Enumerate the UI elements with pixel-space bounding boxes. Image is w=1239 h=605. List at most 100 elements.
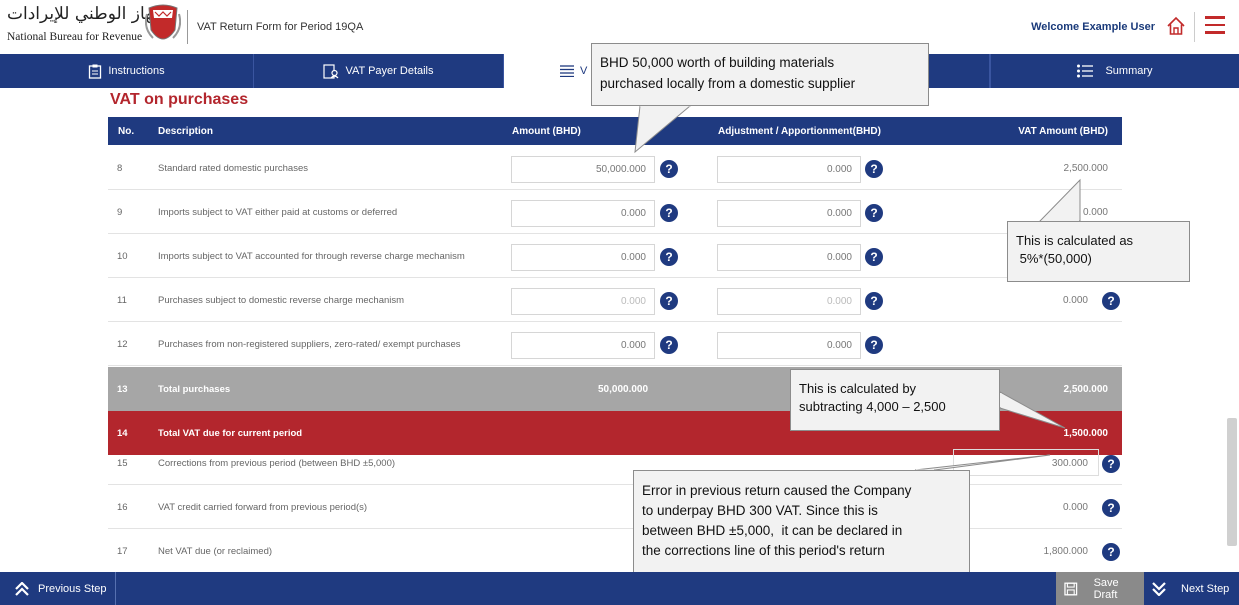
row-description: Purchases subject to domestic reverse ch… xyxy=(158,295,405,306)
help-icon[interactable]: ? xyxy=(660,292,678,310)
col-description: Description xyxy=(158,126,214,137)
next-step-button[interactable]: Next Step xyxy=(1145,572,1239,605)
help-icon[interactable]: ? xyxy=(865,292,883,310)
help-icon[interactable]: ? xyxy=(1102,292,1120,310)
table-row-12: 12 Purchases from non-registered supplie… xyxy=(108,322,1122,366)
footer-bar: Previous Step Save Draft Next Step xyxy=(0,572,1239,605)
total-vat-amount: 2,500.000 xyxy=(1063,384,1109,395)
callout-line: This is calculated by xyxy=(799,381,917,396)
tab-summary[interactable]: Summary xyxy=(990,54,1239,88)
callout-calc-subtract: This is calculated by subtracting 4,000 … xyxy=(790,369,1000,431)
amount-input[interactable]: 0.000 xyxy=(511,200,655,227)
row-number: 11 xyxy=(117,295,127,306)
row-number: 14 xyxy=(117,428,128,439)
adjustment-input[interactable]: 0.000 xyxy=(717,156,861,183)
callout-line: BHD 50,000 worth of building materials xyxy=(600,55,835,70)
help-icon[interactable]: ? xyxy=(865,336,883,354)
tab-summary-label: Summary xyxy=(1105,65,1153,77)
table-row-9: 9 Imports subject to VAT either paid at … xyxy=(108,190,1122,234)
vat-amount: 2,500.000 xyxy=(1063,163,1109,174)
welcome-user[interactable]: Welcome Example User xyxy=(1031,21,1155,33)
summary-list-icon xyxy=(1077,64,1094,78)
callout-line: to underpay BHD 300 VAT. Since this is xyxy=(642,503,878,518)
col-no: No. xyxy=(118,126,135,137)
double-chevron-up-icon xyxy=(15,581,29,596)
help-icon[interactable]: ? xyxy=(660,160,678,178)
tab-vat-return-label: V xyxy=(580,65,588,77)
row-number: 17 xyxy=(117,546,128,557)
previous-step-button[interactable]: Previous Step xyxy=(0,572,116,605)
row-description: Net VAT due (or reclaimed) xyxy=(158,546,273,557)
adjustment-input-disabled: 0.000 xyxy=(717,288,861,315)
save-disk-icon xyxy=(1064,582,1078,595)
row-number: 8 xyxy=(117,163,123,174)
save-draft-button[interactable]: Save Draft xyxy=(1056,572,1144,605)
callout-line: purchased locally from a domestic suppli… xyxy=(600,76,856,91)
help-icon[interactable]: ? xyxy=(660,204,678,222)
amount-input-disabled: 0.000 xyxy=(511,288,655,315)
scrollbar-thumb[interactable] xyxy=(1227,418,1237,546)
help-icon[interactable]: ? xyxy=(865,248,883,266)
help-icon[interactable]: ? xyxy=(865,204,883,222)
amount-input[interactable]: 0.000 xyxy=(511,244,655,271)
callout-building-materials: BHD 50,000 worth of building materials p… xyxy=(591,43,929,106)
callout-line: the corrections line of this period's re… xyxy=(642,543,885,558)
col-adjustment: Adjustment / Apportionment(BHD) xyxy=(718,126,881,137)
list-icon xyxy=(560,65,574,77)
save-draft-label: Save Draft xyxy=(1093,576,1119,601)
vat-due-amount: 1,500.000 xyxy=(1063,428,1109,439)
amount-input[interactable]: 50,000.000 xyxy=(511,156,655,183)
tab-vat-payer-details-label: VAT Payer Details xyxy=(345,65,434,77)
table-row-11: 11 Purchases subject to domestic reverse… xyxy=(108,278,1122,322)
row-description: Total VAT due for current period xyxy=(158,428,303,439)
total-amount: 50,000.000 xyxy=(598,384,649,395)
adjustment-input[interactable]: 0.000 xyxy=(717,200,861,227)
amount-input[interactable]: 0.000 xyxy=(511,332,655,359)
adjustment-input[interactable]: 0.000 xyxy=(717,332,861,359)
net-vat-due-amount: 1,800.000 xyxy=(1043,546,1089,557)
hamburger-menu-icon[interactable] xyxy=(1205,16,1225,34)
tab-vat-payer-details[interactable]: VAT Payer Details xyxy=(254,54,504,88)
header-divider xyxy=(187,10,188,44)
table-row-10: 10 Imports subject to VAT accounted for … xyxy=(108,234,1122,278)
adjustment-input[interactable]: 0.000 xyxy=(717,244,861,271)
row-number: 15 xyxy=(117,458,128,469)
vat-amount: 0.000 xyxy=(1062,295,1088,306)
row-description: Total purchases xyxy=(158,384,231,395)
row-description: Corrections from previous period (betwee… xyxy=(158,458,396,469)
double-chevron-down-icon xyxy=(1152,581,1166,596)
tab-instructions[interactable]: Instructions xyxy=(0,54,254,88)
col-amount: Amount (BHD) xyxy=(512,126,581,137)
clipboard-icon xyxy=(89,64,102,79)
section-title: VAT on purchases xyxy=(110,91,249,108)
vat-amount: 0.000 xyxy=(1082,207,1108,218)
help-icon[interactable]: ? xyxy=(1102,455,1120,473)
callout-line: 5%*(50,000) xyxy=(1016,251,1092,266)
table-row-8: 8 Standard rated domestic purchases 50,0… xyxy=(108,146,1122,190)
row-description: Standard rated domestic purchases xyxy=(158,163,308,174)
table-header: No. Description Amount (BHD) Adjustment … xyxy=(108,117,1122,145)
help-icon[interactable]: ? xyxy=(865,160,883,178)
help-icon[interactable]: ? xyxy=(660,336,678,354)
callout-line: subtracting 4,000 – 2,500 xyxy=(799,399,946,414)
row-number: 10 xyxy=(117,251,128,262)
emblem-icon xyxy=(145,4,181,40)
next-step-label: Next Step xyxy=(1181,582,1230,595)
help-icon[interactable]: ? xyxy=(1102,543,1120,561)
col-vat-amount: VAT Amount (BHD) xyxy=(1018,126,1108,137)
previous-step-label: Previous Step xyxy=(38,582,107,595)
nbr-logo[interactable]: الجهاز الوطني للإيرادات National Bureau … xyxy=(5,4,183,50)
home-icon[interactable] xyxy=(1165,15,1187,37)
menu-divider xyxy=(1194,12,1195,42)
form-title: VAT Return Form for Period 19QA xyxy=(197,21,364,33)
row-number: 13 xyxy=(117,384,128,395)
callout-line: This is calculated as xyxy=(1016,233,1134,248)
help-icon[interactable]: ? xyxy=(660,248,678,266)
row-number: 9 xyxy=(117,207,123,218)
row-description: Purchases from non-registered suppliers,… xyxy=(158,339,461,350)
callout-line: between BHD ±5,000, it can be declared i… xyxy=(642,523,903,538)
row-description: VAT credit carried forward from previous… xyxy=(158,502,368,513)
row-number: 12 xyxy=(117,339,128,350)
credit-carried-forward-amount: 0.000 xyxy=(1062,502,1088,513)
help-icon[interactable]: ? xyxy=(1102,499,1120,517)
